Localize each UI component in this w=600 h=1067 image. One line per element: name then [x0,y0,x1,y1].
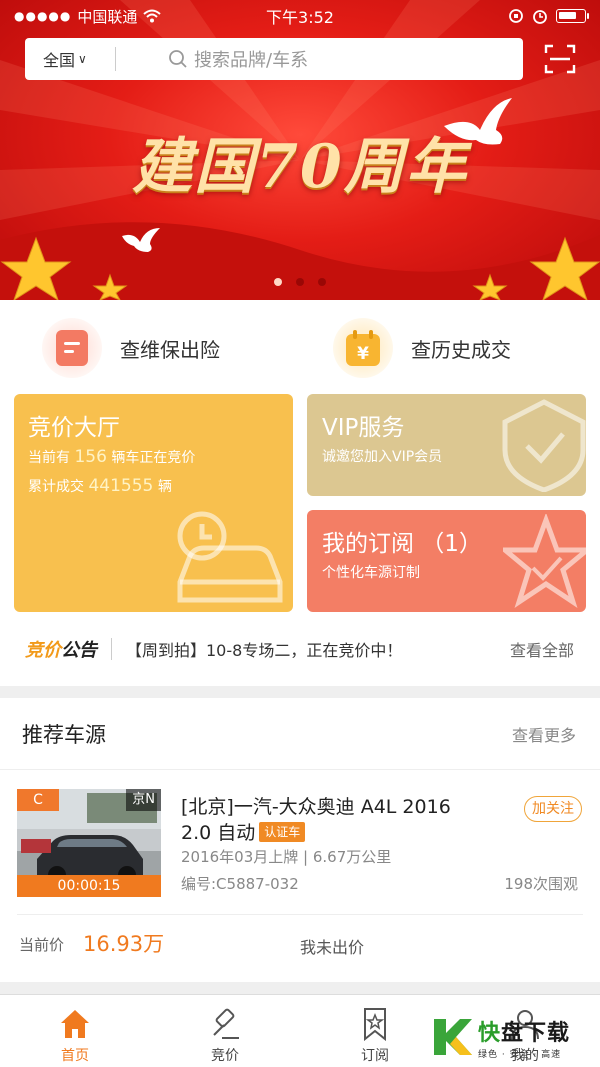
view-count: 198次围观 [504,875,578,893]
watermark-slogan: 绿色 · 安全 · 高速 [478,1049,562,1060]
divider [17,914,583,915]
scan-icon[interactable] [544,44,576,74]
countdown-timer: 00:00:15 [17,875,161,897]
quick-link-maintenance[interactable]: 查维保出险 [42,318,220,378]
announcement-logo-b: 公告 [61,640,97,661]
plate-badge: 京N [126,789,161,811]
status-bar: ●●●●● 中国联通 下午3:52 [0,0,600,32]
dove-icon [122,228,160,252]
search-icon [169,50,187,68]
quick-link-label: 查历史成交 [411,337,511,362]
announcement-logo-a: 竞价 [25,640,61,661]
live-count-prefix: 当前有 [28,450,70,466]
carousel-indicator [0,278,600,286]
car-title-line2-row: 2.0 自动 认证车 [181,820,501,846]
rotation-lock-icon [509,9,523,23]
region-selector[interactable]: 全国 ∨ [25,47,115,71]
price-label: 当前价 [19,936,65,954]
certified-badge: 认证车 [259,822,306,842]
tab-bidding[interactable]: 竞价 [150,995,300,1067]
quick-link-label: 查维保出险 [120,337,220,362]
divider [111,638,112,660]
home-icon [61,1010,89,1038]
carousel-dot[interactable] [296,278,304,286]
total-deals-prefix: 累计成交 [28,479,84,495]
region-label: 全国 [43,51,76,70]
search-bar[interactable]: 全国 ∨ 搜索品牌/车系 [25,38,523,80]
grade-badge: C [17,789,59,811]
star-icon [503,514,586,609]
quick-link-history[interactable]: ¥ 查历史成交 [333,318,511,378]
document-icon [42,318,102,378]
search-input[interactable]: 搜索品牌/车系 [168,46,308,72]
tab-label: 订阅 [361,1048,389,1064]
subscription-card[interactable]: 我的订阅 （1） 个性化车源订制 [307,510,586,612]
watermark-logo: 快盘下载 绿色 · 安全 · 高速 [430,1013,598,1061]
carousel-dot[interactable] [318,278,326,286]
svg-text:¥: ¥ [357,344,369,364]
card-subtitle: 个性化车源订制 [322,565,420,581]
watermark-k-icon [434,1019,472,1055]
carrier-label: 中国联通 [77,7,138,26]
bookmark-star-icon [364,1008,386,1041]
live-count-value: 156 [74,447,107,467]
battery-icon [556,9,589,23]
watermark-brand-a: 快 [478,1020,502,1046]
total-deals-line: 累计成交 441555 辆 [28,476,172,496]
divider [115,47,116,71]
announcement-text[interactable]: 【周到拍】10-8专场二，正在竞价中！ [126,637,402,661]
recommend-header: 推荐车源 查看更多 [0,698,600,770]
total-deals-value: 441555 [88,476,154,496]
watermark-brand: 快盘下载 [478,1015,570,1047]
current-price: 16.93万 [83,932,165,956]
card-subtitle: 诚邀您加入VIP会员 [322,449,443,465]
vip-card[interactable]: VIP服务 诚邀您加入VIP会员 [307,394,586,496]
tab-home[interactable]: 首页 [0,995,150,1067]
announcement-logo: 竞价公告 [25,636,97,662]
total-deals-suffix: 辆 [157,479,172,495]
signal-icon: ●●●●● [14,9,72,23]
alarm-icon [533,10,547,24]
tab-label: 竞价 [211,1048,239,1064]
view-more-link[interactable]: 查看更多 [512,722,576,746]
search-placeholder: 搜索品牌/车系 [194,50,309,71]
wifi-icon [143,9,162,23]
watermark-brand-b: 盘下载 [501,1020,571,1046]
tab-subscription[interactable]: 订阅 [300,995,450,1067]
bid-status: 我未出价 [300,938,365,957]
chevron-down-icon: ∨ [78,52,87,66]
announcement-bar[interactable]: 竞价公告 【周到拍】10-8专场二，正在竞价中！ 查看全部 [0,622,600,676]
car-registration-mileage: 2016年03月上牌 | 6.67万公里 [181,848,392,866]
car-clock-icon [177,511,283,603]
follow-button[interactable]: 加关注 [524,796,582,822]
card-title: 竞价大厅 [28,415,120,441]
car-thumbnail[interactable]: C 京N 00:00:15 [17,789,161,897]
calendar-yen-icon: ¥ [333,318,393,378]
vip-shield-icon [502,399,586,492]
section-title: 推荐车源 [22,722,106,747]
live-count-line: 当前有 156 辆车正在竞价 [28,447,195,467]
car-title-line1: [北京]一汽-大众奥迪 A4L 2016 [181,796,451,818]
car-title[interactable]: [北京]一汽-大众奥迪 A4L 2016 2.0 自动 认证车 [181,794,501,846]
card-title: VIP服务 [322,415,405,441]
auction-hall-card[interactable]: 竞价大厅 当前有 156 辆车正在竞价 累计成交 441555 辆 [14,394,293,612]
banner-title: 建国70周年 [132,132,468,202]
tab-label: 首页 [61,1048,89,1064]
gavel-icon [213,1008,239,1039]
carousel-dot[interactable] [274,278,282,286]
car-title-line2: 2.0 自动 [181,822,256,844]
view-all-link[interactable]: 查看全部 [510,637,574,661]
live-count-suffix: 辆车正在竞价 [111,450,196,466]
car-code: 编号:C5887-032 [181,875,299,893]
card-title: 我的订阅 （1） [322,531,482,557]
